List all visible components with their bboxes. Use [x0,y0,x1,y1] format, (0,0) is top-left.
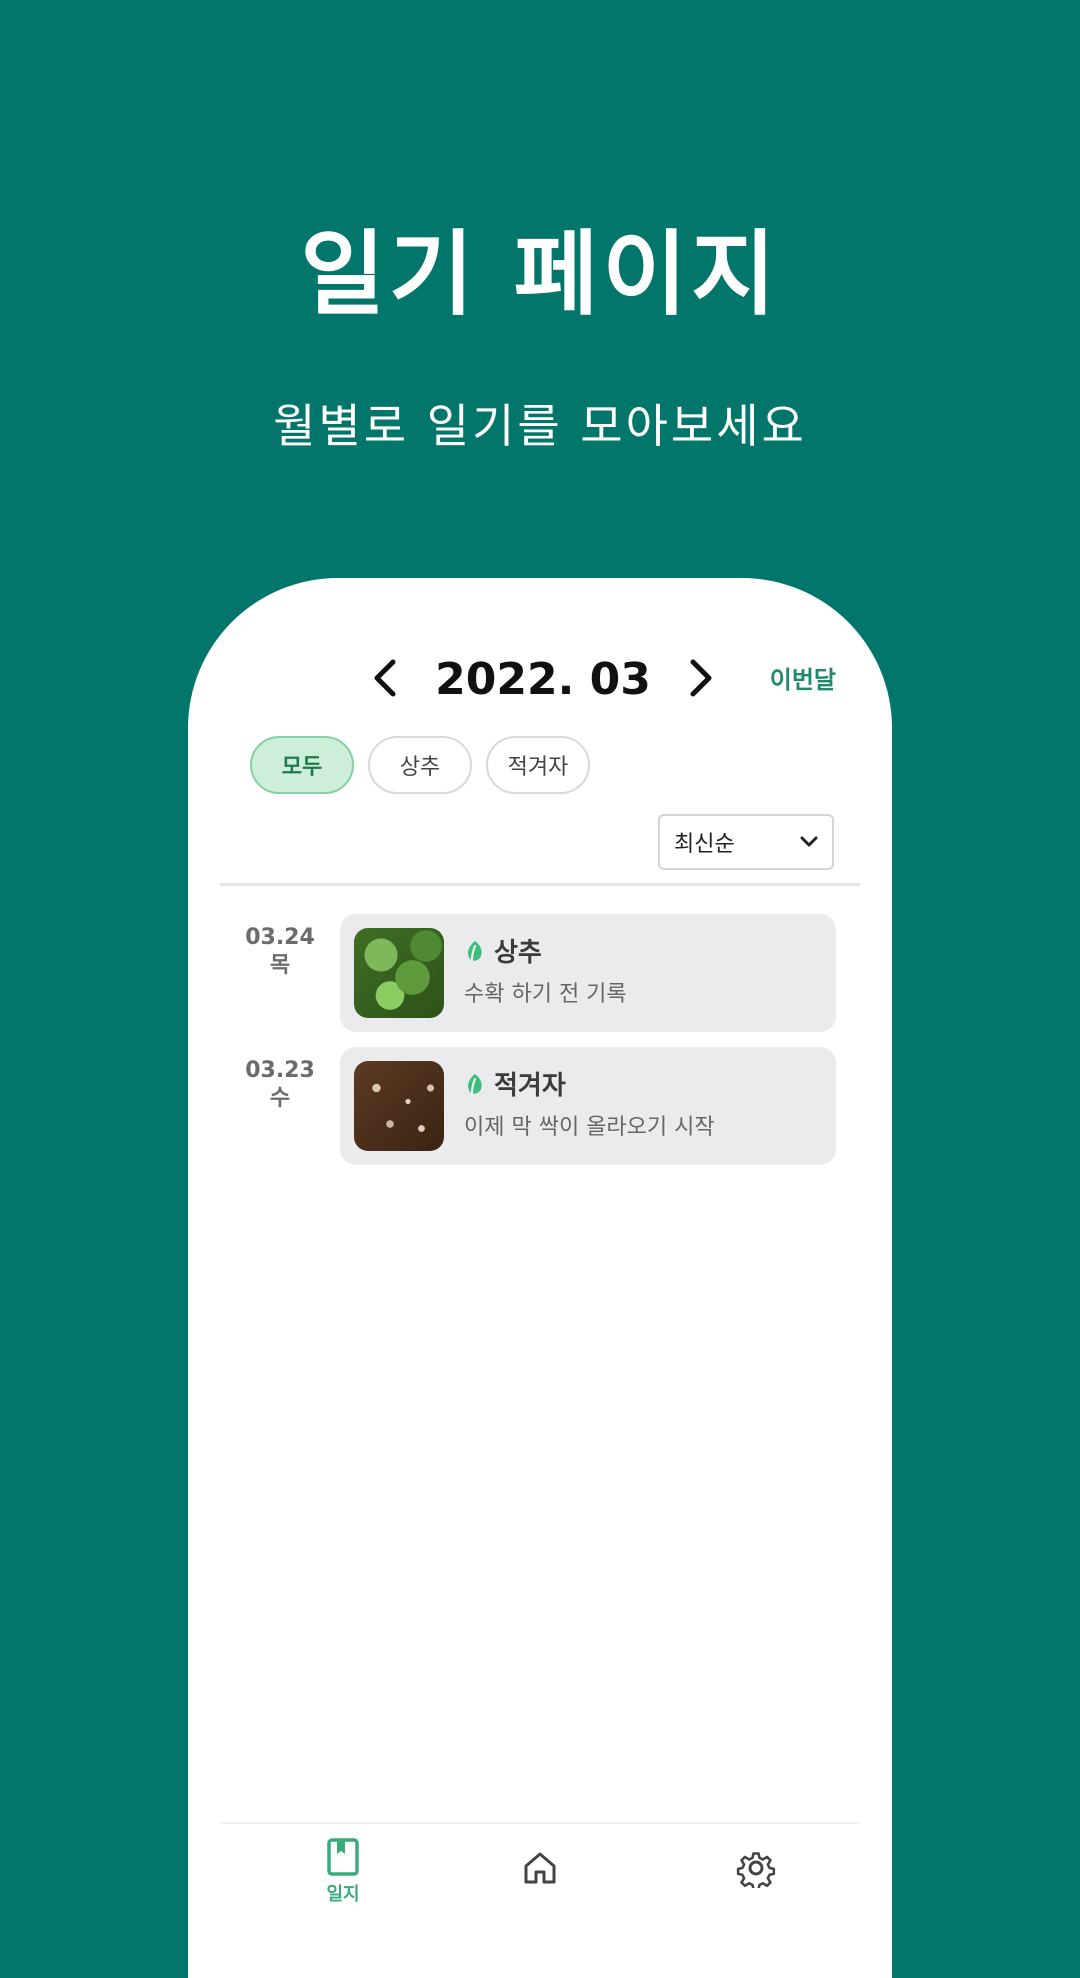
diary-entry: 03.23 수 적겨자 이제 막 싹이 올라오기 시작 [188,1047,892,1165]
entry-card[interactable]: 적겨자 이제 막 싹이 올라오기 시작 [340,1047,836,1165]
chevron-right-icon [690,659,712,697]
entry-description: 수확 하기 전 기록 [464,982,627,1007]
entry-title: 상추 [464,932,542,969]
entry-date-day: 03.23 [245,1058,315,1083]
next-month-button[interactable] [677,648,725,708]
phone-frame: 2022. 03 이번달 모두 상추 적겨자 최신순 03.24 목 상추 수확… [188,578,892,1978]
entry-date: 03.24 목 [244,924,316,980]
month-navigator: 2022. 03 이번달 [188,648,892,708]
nav-item-settings[interactable] [716,1838,796,1914]
prev-month-button[interactable] [361,648,409,708]
entry-plant-name: 적겨자 [494,1071,566,1101]
divider [220,883,860,886]
filter-chip-red-mustard[interactable]: 적겨자 [486,736,590,794]
entry-description: 이제 막 싹이 올라오기 시작 [464,1115,715,1140]
filter-chip-all[interactable]: 모두 [250,736,354,794]
entry-weekday: 목 [269,953,291,978]
diary-entry: 03.24 목 상추 수확 하기 전 기록 [188,914,892,1032]
chevron-down-icon [800,836,818,847]
diary-icon [327,1838,359,1876]
entry-weekday: 수 [269,1086,291,1111]
current-month: 2022. 03 [435,654,651,705]
nav-label-diary: 일지 [326,1884,360,1905]
chevron-left-icon [374,659,396,697]
sort-select[interactable]: 최신순 [658,814,834,870]
entry-title: 적겨자 [464,1065,566,1102]
entry-card[interactable]: 상추 수확 하기 전 기록 [340,914,836,1032]
hero-subtitle: 월별로 일기를 모아보세요 [273,399,807,453]
filter-chips: 모두 상추 적겨자 [250,736,590,794]
sort-selected-label: 최신순 [674,832,735,857]
entry-plant-name: 상추 [494,938,542,968]
settings-icon [736,1852,776,1888]
nav-item-home[interactable] [500,1838,580,1914]
entry-thumbnail [354,1061,444,1151]
bottom-navigation: 일지 [220,1822,860,1914]
leaf-icon [467,940,482,961]
this-month-button[interactable]: 이번달 [770,660,836,695]
entry-thumbnail [354,928,444,1018]
leaf-icon [467,1073,482,1094]
hero-title: 일기 페이지 [300,221,780,328]
filter-chip-lettuce[interactable]: 상추 [368,736,472,794]
entry-date: 03.23 수 [244,1057,316,1113]
nav-item-diary[interactable]: 일지 [303,1838,383,1914]
home-icon [524,1852,556,1884]
entry-date-day: 03.24 [245,925,315,950]
